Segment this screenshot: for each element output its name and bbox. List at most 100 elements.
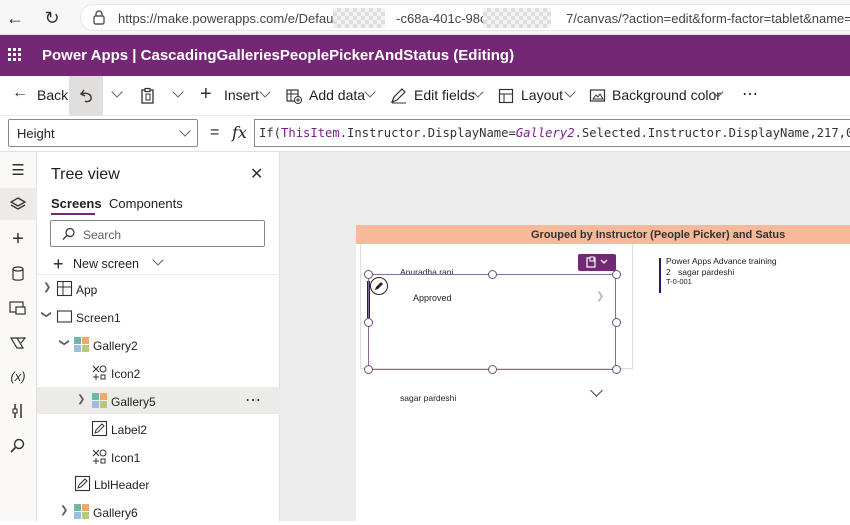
chevron-down-icon[interactable]: ❯ (59, 338, 70, 346)
fx-icon[interactable]: fx (232, 123, 247, 142)
icon-control-icon (92, 449, 107, 464)
status-label: Approved (413, 293, 452, 303)
tree-item-label2[interactable]: Label2 (37, 415, 280, 442)
course-code: T-0-001 (666, 277, 692, 286)
gallery-icon (74, 337, 89, 352)
canvas-header-text: Grouped by Instructor (People Picker) an… (531, 229, 786, 241)
insert-plus-icon[interactable]: + (7, 228, 29, 250)
lock-icon (93, 10, 105, 25)
tree-item-icon1[interactable]: Icon1 (37, 443, 280, 470)
undo-chevron-down-icon[interactable] (111, 86, 123, 98)
add-data-button[interactable]: Add data (309, 87, 365, 103)
resize-handle[interactable] (612, 270, 621, 279)
reload-icon[interactable]: ↻ (42, 8, 62, 28)
chevron-right-icon[interactable]: ❯ (60, 505, 68, 516)
undo-icon[interactable] (78, 87, 96, 105)
hamburger-menu-icon[interactable]: ☰ (7, 160, 29, 182)
formula-text: If(ThisItem.Instructor.DisplayName=Galle… (259, 126, 850, 140)
layout-chevron-down-icon[interactable] (564, 86, 576, 98)
paste-chevron-down-icon[interactable] (172, 86, 184, 98)
tab-screens[interactable]: Screens (51, 196, 102, 211)
variables-icon[interactable]: (x) (7, 366, 29, 388)
close-icon[interactable]: ✕ (250, 164, 263, 184)
left-rail: ☰ + (x) (0, 152, 37, 521)
tree-item-label: Gallery6 (93, 506, 138, 520)
paste-icon[interactable] (139, 87, 157, 105)
resize-handle[interactable] (488, 365, 497, 374)
icon-control-icon (92, 365, 107, 380)
back-arrow-icon[interactable]: ← (12, 84, 28, 102)
background-color-button[interactable]: Background color (612, 87, 721, 103)
tree-item-label: Screen1 (76, 311, 121, 325)
tree-item-label: Icon1 (111, 451, 141, 465)
insert-chevron-down-icon[interactable] (259, 86, 271, 98)
new-screen-button[interactable]: + New screen (53, 252, 164, 274)
data-cylinder-icon[interactable] (7, 263, 29, 285)
tree-item-label: Gallery2 (93, 339, 138, 353)
search-icon[interactable] (7, 435, 29, 457)
layout-button[interactable]: Layout (521, 87, 563, 103)
add-data-chevron-down-icon[interactable] (364, 86, 376, 98)
layout-icon[interactable] (498, 88, 514, 104)
resize-handle[interactable] (488, 270, 497, 279)
instructor-label: sagar pardeshi (400, 393, 457, 403)
command-bar: ← Back + Insert Add data Edit fields Lay… (0, 76, 850, 116)
gallery-accent-bar (659, 258, 661, 293)
edit-fields-button[interactable]: Edit fields (414, 87, 475, 103)
course-title: Power Apps Advance training (666, 256, 777, 266)
back-button[interactable]: Back (37, 87, 68, 103)
tree-item-lblheader[interactable]: LblHeader (37, 470, 280, 497)
search-icon (62, 227, 75, 240)
tree-item-label: Label2 (111, 423, 148, 437)
tree-item-label: Gallery5 (111, 395, 156, 409)
tree-item-label: Icon2 (111, 367, 141, 381)
redacted-block (333, 8, 385, 28)
edit-template-icon[interactable] (370, 277, 388, 295)
app-header: Power Apps | CascadingGalleriesPeoplePic… (0, 35, 850, 76)
tree-item-screen1[interactable]: ❯ Screen1 (37, 303, 280, 330)
resize-handle[interactable] (612, 365, 621, 374)
power-automate-icon[interactable] (7, 332, 29, 354)
course-instructor: sagar pardeshi (678, 267, 735, 277)
tree-search-input[interactable]: Search (50, 220, 265, 247)
plus-icon: + (53, 254, 64, 274)
plus-icon[interactable]: + (200, 83, 212, 106)
tree-view-layers-icon[interactable] (7, 194, 29, 216)
tree-item-gallery5[interactable]: ❯ Gallery5 ⋯ (37, 387, 280, 414)
chevron-right-icon[interactable]: ❯ (43, 282, 51, 293)
app-icon (56, 280, 73, 297)
browser-back-icon[interactable]: ← (5, 8, 25, 28)
add-data-icon[interactable] (286, 88, 302, 104)
equals-sign: = (210, 124, 220, 141)
chevron-right-icon[interactable]: ❯ (596, 291, 604, 302)
gallery-icon (74, 504, 89, 519)
resize-handle[interactable] (612, 318, 621, 327)
edit-fields-icon[interactable] (390, 88, 407, 104)
resize-handle[interactable] (364, 318, 373, 327)
app-launcher-icon[interactable] (8, 48, 22, 62)
label-control-icon (91, 420, 108, 437)
chevron-right-icon[interactable]: ❯ (77, 394, 85, 405)
tree-view-panel: Tree view ✕ Screens Components Search + … (37, 152, 280, 521)
browser-bar: ← ↻ https://make.powerapps.com/e/Default… (0, 0, 850, 35)
tree-view-title: Tree view (51, 166, 120, 183)
background-color-icon[interactable] (589, 87, 606, 104)
more-options-icon[interactable]: ⋯ (245, 390, 261, 410)
insert-button[interactable]: Insert (224, 87, 259, 103)
advanced-tools-icon[interactable] (7, 400, 29, 422)
gallery5-selection-box[interactable] (368, 274, 616, 370)
property-dropdown[interactable]: Height (8, 119, 198, 147)
screen-icon (56, 310, 73, 323)
chevron-down-icon[interactable]: ❯ (41, 310, 52, 318)
tree-item-gallery2[interactable]: ❯ Gallery2 (37, 331, 280, 358)
formula-input[interactable]: If(ThisItem.Instructor.DisplayName=Galle… (254, 119, 850, 147)
tab-components[interactable]: Components (109, 196, 183, 211)
label-control-icon (74, 475, 91, 492)
gallery-menu-button[interactable] (578, 254, 616, 271)
tree-item-app[interactable]: ❯ App (37, 275, 280, 302)
media-icon[interactable] (7, 297, 29, 319)
tree-item-icon2[interactable]: Icon2 (37, 359, 280, 386)
resize-handle[interactable] (364, 365, 373, 374)
formula-bar: Height = fx If(ThisItem.Instructor.Displ… (0, 116, 850, 152)
more-options-icon[interactable]: ⋯ (742, 84, 758, 104)
